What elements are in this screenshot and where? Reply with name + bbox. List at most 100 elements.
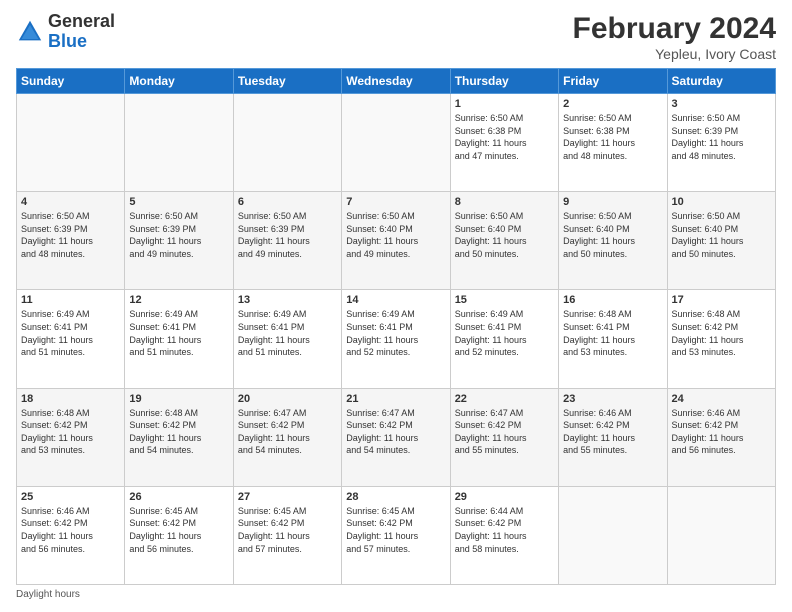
calendar-cell	[125, 94, 233, 192]
logo-icon	[16, 18, 44, 46]
month-title: February 2024	[573, 12, 776, 46]
day-info: Sunrise: 6:47 AM Sunset: 6:42 PM Dayligh…	[455, 407, 554, 457]
day-number: 6	[238, 196, 337, 208]
calendar-cell: 5 Sunrise: 6:50 AM Sunset: 6:39 PM Daylig…	[125, 192, 233, 290]
calendar-cell: 13 Sunrise: 6:49 AM Sunset: 6:41 PM Dayli…	[233, 290, 341, 388]
day-info: Sunrise: 6:48 AM Sunset: 6:41 PM Dayligh…	[563, 308, 662, 358]
day-number: 5	[129, 196, 228, 208]
day-info: Sunrise: 6:47 AM Sunset: 6:42 PM Dayligh…	[238, 407, 337, 457]
day-info: Sunrise: 6:45 AM Sunset: 6:42 PM Dayligh…	[346, 505, 445, 555]
calendar-table: SundayMondayTuesdayWednesdayThursdayFrid…	[16, 68, 776, 585]
day-number: 4	[21, 196, 120, 208]
calendar-cell: 3Sunrise: 6:50 AM Sunset: 6:39 PM Daylig…	[667, 94, 775, 192]
day-info: Sunrise: 6:50 AM Sunset: 6:40 PM Dayligh…	[455, 210, 554, 260]
day-number: 12	[129, 294, 228, 306]
calendar-week-1: 1 Sunrise: 6:50 AM Sunset: 6:38 PM Daylig…	[17, 94, 776, 192]
day-info: Sunrise: 6:50 AM Sunset: 6:39 PM Dayligh…	[21, 210, 120, 260]
title-block: February 2024 Yepleu, Ivory Coast	[573, 12, 776, 62]
calendar-cell	[17, 94, 125, 192]
day-info: Sunrise: 6:50 AM Sunset: 6:39 PM Dayligh…	[129, 210, 228, 260]
day-number: 24	[672, 393, 771, 405]
day-info: Sunrise: 6:50 AM Sunset: 6:39 PM Dayligh…	[238, 210, 337, 260]
day-info: Sunrise: 6:50 AM Sunset: 6:38 PM Dayligh…	[563, 112, 662, 162]
calendar-header-saturday: Saturday	[667, 69, 775, 94]
calendar-cell: 6 Sunrise: 6:50 AM Sunset: 6:39 PM Daylig…	[233, 192, 341, 290]
day-number: 7	[346, 196, 445, 208]
day-info: Sunrise: 6:50 AM Sunset: 6:40 PM Dayligh…	[563, 210, 662, 260]
day-number: 26	[129, 491, 228, 503]
day-number: 27	[238, 491, 337, 503]
day-number: 21	[346, 393, 445, 405]
day-info: Sunrise: 6:50 AM Sunset: 6:39 PM Dayligh…	[672, 112, 771, 162]
day-number: 23	[563, 393, 662, 405]
day-info: Sunrise: 6:49 AM Sunset: 6:41 PM Dayligh…	[455, 308, 554, 358]
calendar-cell: 1Sunrise: 6:50 AM Sunset: 6:38 PM Daylig…	[450, 94, 558, 192]
calendar-cell: 14 Sunrise: 6:49 AM Sunset: 6:41 PM Dayli…	[342, 290, 450, 388]
calendar-cell: 16 Sunrise: 6:48 AM Sunset: 6:41 PM Dayli…	[559, 290, 667, 388]
calendar-cell: 4 Sunrise: 6:50 AM Sunset: 6:39 PM Daylig…	[17, 192, 125, 290]
calendar-cell: 9 Sunrise: 6:50 AM Sunset: 6:40 PM Daylig…	[559, 192, 667, 290]
day-number: 11	[21, 294, 120, 306]
calendar-week-3: 11 Sunrise: 6:49 AM Sunset: 6:41 PM Dayli…	[17, 290, 776, 388]
day-number: 20	[238, 393, 337, 405]
calendar-cell: 24Sunrise: 6:46 AM Sunset: 6:42 PM Dayli…	[667, 388, 775, 486]
calendar-cell: 8 Sunrise: 6:50 AM Sunset: 6:40 PM Daylig…	[450, 192, 558, 290]
calendar-cell: 12 Sunrise: 6:49 AM Sunset: 6:41 PM Dayli…	[125, 290, 233, 388]
day-info: Sunrise: 6:46 AM Sunset: 6:42 PM Dayligh…	[21, 505, 120, 555]
daylight-label: Daylight hours	[16, 589, 80, 600]
day-number: 22	[455, 393, 554, 405]
calendar-header-row: SundayMondayTuesdayWednesdayThursdayFrid…	[17, 69, 776, 94]
logo-text: General Blue	[48, 12, 115, 52]
day-number: 16	[563, 294, 662, 306]
day-number: 17	[672, 294, 771, 306]
day-info: Sunrise: 6:48 AM Sunset: 6:42 PM Dayligh…	[672, 308, 771, 358]
day-number: 1	[455, 98, 554, 110]
day-info: Sunrise: 6:45 AM Sunset: 6:42 PM Dayligh…	[238, 505, 337, 555]
calendar-cell: 27 Sunrise: 6:45 AM Sunset: 6:42 PM Dayli…	[233, 486, 341, 584]
location-subtitle: Yepleu, Ivory Coast	[573, 46, 776, 62]
calendar-cell: 20 Sunrise: 6:47 AM Sunset: 6:42 PM Dayli…	[233, 388, 341, 486]
day-number: 15	[455, 294, 554, 306]
calendar-cell: 11 Sunrise: 6:49 AM Sunset: 6:41 PM Dayli…	[17, 290, 125, 388]
calendar-cell: 23Sunrise: 6:46 AM Sunset: 6:42 PM Dayli…	[559, 388, 667, 486]
day-info: Sunrise: 6:49 AM Sunset: 6:41 PM Dayligh…	[238, 308, 337, 358]
day-number: 13	[238, 294, 337, 306]
day-number: 18	[21, 393, 120, 405]
calendar-cell: 17 Sunrise: 6:48 AM Sunset: 6:42 PM Dayli…	[667, 290, 775, 388]
calendar-week-5: 25Sunrise: 6:46 AM Sunset: 6:42 PM Dayli…	[17, 486, 776, 584]
calendar-cell	[559, 486, 667, 584]
day-info: Sunrise: 6:49 AM Sunset: 6:41 PM Dayligh…	[346, 308, 445, 358]
calendar-header-tuesday: Tuesday	[233, 69, 341, 94]
calendar-cell: 15 Sunrise: 6:49 AM Sunset: 6:41 PM Dayli…	[450, 290, 558, 388]
calendar-cell: 29Sunrise: 6:44 AM Sunset: 6:42 PM Dayli…	[450, 486, 558, 584]
day-number: 9	[563, 196, 662, 208]
day-info: Sunrise: 6:44 AM Sunset: 6:42 PM Dayligh…	[455, 505, 554, 555]
calendar-week-4: 18 Sunrise: 6:48 AM Sunset: 6:42 PM Dayli…	[17, 388, 776, 486]
page: General Blue February 2024 Yepleu, Ivory…	[0, 0, 792, 612]
day-info: Sunrise: 6:49 AM Sunset: 6:41 PM Dayligh…	[129, 308, 228, 358]
day-info: Sunrise: 6:48 AM Sunset: 6:42 PM Dayligh…	[21, 407, 120, 457]
day-info: Sunrise: 6:45 AM Sunset: 6:42 PM Dayligh…	[129, 505, 228, 555]
calendar-cell: 22 Sunrise: 6:47 AM Sunset: 6:42 PM Dayli…	[450, 388, 558, 486]
day-info: Sunrise: 6:48 AM Sunset: 6:42 PM Dayligh…	[129, 407, 228, 457]
calendar-cell: 18 Sunrise: 6:48 AM Sunset: 6:42 PM Dayli…	[17, 388, 125, 486]
header: General Blue February 2024 Yepleu, Ivory…	[16, 12, 776, 62]
day-number: 2	[563, 98, 662, 110]
calendar-cell	[667, 486, 775, 584]
day-number: 19	[129, 393, 228, 405]
calendar-header-sunday: Sunday	[17, 69, 125, 94]
day-number: 8	[455, 196, 554, 208]
calendar-cell: 7 Sunrise: 6:50 AM Sunset: 6:40 PM Daylig…	[342, 192, 450, 290]
calendar-cell: 26 Sunrise: 6:45 AM Sunset: 6:42 PM Dayli…	[125, 486, 233, 584]
logo-blue: Blue	[48, 31, 87, 51]
day-number: 14	[346, 294, 445, 306]
day-info: Sunrise: 6:50 AM Sunset: 6:40 PM Dayligh…	[672, 210, 771, 260]
calendar-header-friday: Friday	[559, 69, 667, 94]
calendar-header-monday: Monday	[125, 69, 233, 94]
day-info: Sunrise: 6:50 AM Sunset: 6:40 PM Dayligh…	[346, 210, 445, 260]
calendar-cell	[233, 94, 341, 192]
day-number: 28	[346, 491, 445, 503]
calendar-cell: 25Sunrise: 6:46 AM Sunset: 6:42 PM Dayli…	[17, 486, 125, 584]
day-info: Sunrise: 6:49 AM Sunset: 6:41 PM Dayligh…	[21, 308, 120, 358]
day-number: 10	[672, 196, 771, 208]
